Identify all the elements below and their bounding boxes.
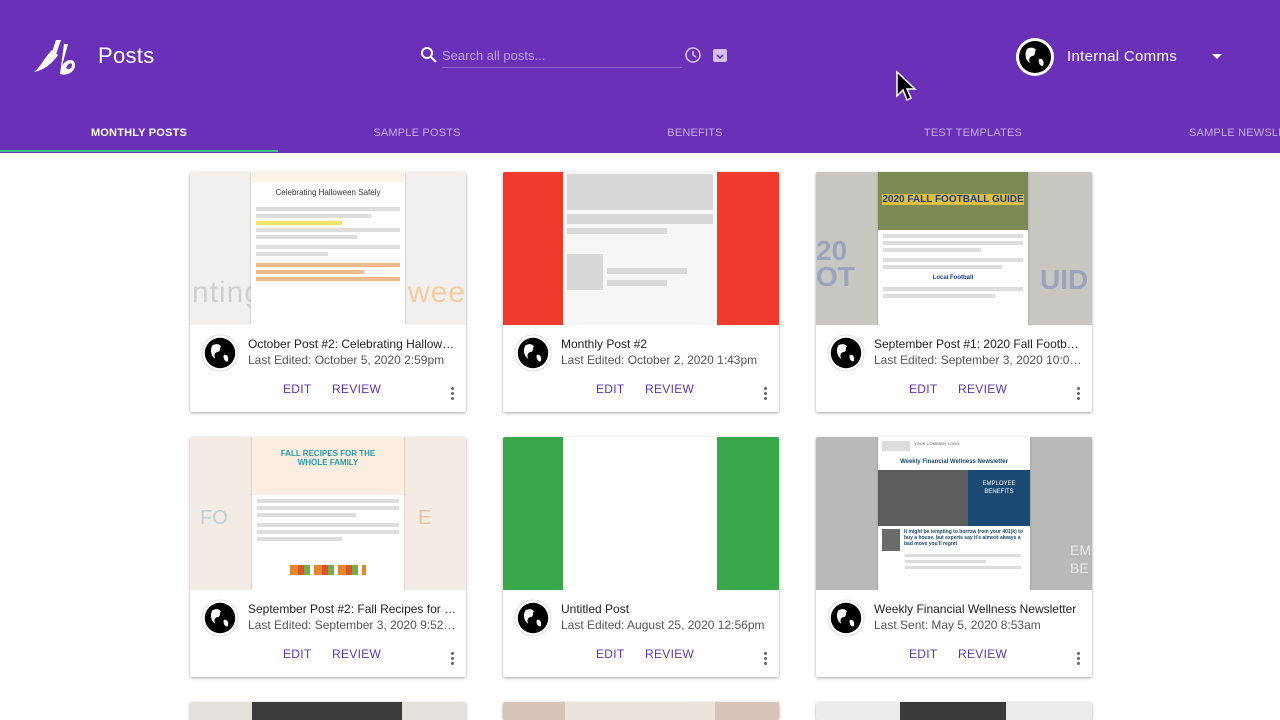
- edit-button[interactable]: EDIT: [596, 382, 625, 396]
- tab-sample-newsletters[interactable]: SAMPLE NEWSLETTERS: [1112, 113, 1280, 153]
- thumb-document: 2020 FALL FOOTBALL GUIDE Local Football: [878, 172, 1028, 325]
- more-vert-icon[interactable]: [1077, 387, 1081, 401]
- thumb-article-text: It might be tempting to borrow from your…: [904, 529, 1023, 547]
- globe-avatar-icon: [514, 599, 552, 637]
- post-title: Weekly Financial Wellness Newsletter: [874, 602, 1077, 616]
- globe-avatar-icon: [201, 334, 239, 372]
- tab-sample-posts[interactable]: SAMPLE POSTS: [278, 113, 556, 153]
- review-button[interactable]: REVIEW: [332, 647, 381, 661]
- account-switcher[interactable]: Internal Comms: [1015, 37, 1230, 77]
- mouse-cursor-icon: [896, 70, 917, 102]
- post-thumbnail[interactable]: 20 OT UID 2020 FALL FOOTBALL GUIDE Local …: [816, 172, 1092, 325]
- dropdown-caret-icon[interactable]: [1212, 54, 1222, 59]
- search-icon[interactable]: [420, 46, 438, 64]
- edit-button[interactable]: EDIT: [596, 647, 625, 661]
- post-title: Monthly Post #2: [561, 337, 648, 351]
- archive-icon[interactable]: [711, 46, 729, 64]
- review-button[interactable]: REVIEW: [332, 382, 381, 396]
- review-button[interactable]: REVIEW: [645, 647, 694, 661]
- tab-test-templates[interactable]: TEST TEMPLATES: [834, 113, 1112, 153]
- post-title: October Post #2: Celebrating Halloween S…: [248, 337, 458, 351]
- post-thumbnail[interactable]: FO E FALL RECIPES FOR THE WHOLE FAMILY: [190, 437, 466, 590]
- edit-button[interactable]: EDIT: [909, 647, 938, 661]
- edit-button[interactable]: EDIT: [283, 382, 312, 396]
- tab-benefits[interactable]: BENEFITS: [556, 113, 834, 153]
- tab-bar: MONTHLY POSTS SAMPLE POSTS BENEFITS TEST…: [0, 113, 1280, 153]
- thumb-watermark-text: ween: [408, 276, 466, 309]
- thumb-document: FALL RECIPES FOR THE WHOLE FAMILY: [252, 437, 404, 590]
- thumb-heading: FALL RECIPES FOR THE WHOLE FAMILY: [280, 449, 376, 467]
- post-card[interactable]: EM BE YOUR COMPANY LOGO Weekly Financial …: [816, 437, 1092, 677]
- account-name: Internal Comms: [1067, 48, 1178, 65]
- leaf-decoration: [290, 565, 366, 575]
- globe-avatar-icon: [201, 599, 239, 637]
- post-card[interactable]: [816, 702, 1092, 720]
- post-last-edited: Last Edited: August 25, 2020 12:56pm: [561, 618, 765, 632]
- post-card[interactable]: nting ween Celebrating Halloween Safely …: [190, 172, 466, 412]
- edit-button[interactable]: EDIT: [283, 647, 312, 661]
- post-last-edited: Last Edited: October 2, 2020 1:43pm: [561, 353, 758, 367]
- globe-avatar-icon: [514, 334, 552, 372]
- post-card[interactable]: [190, 702, 466, 720]
- thumb-heading: Weekly Financial Wellness Newsletter: [900, 459, 1008, 465]
- post-last-edited: Last Edited: September 3, 2020 10:01am: [874, 353, 1084, 367]
- more-vert-icon[interactable]: [764, 652, 768, 666]
- review-button[interactable]: REVIEW: [958, 647, 1007, 661]
- search-input[interactable]: [442, 44, 682, 68]
- more-vert-icon[interactable]: [451, 387, 455, 401]
- more-vert-icon[interactable]: [451, 652, 455, 666]
- post-thumbnail[interactable]: EM BE YOUR COMPANY LOGO Weekly Financial …: [816, 437, 1092, 590]
- thumb-heading: Celebrating Halloween Safely: [275, 188, 381, 197]
- more-vert-icon[interactable]: [764, 387, 768, 401]
- brush-logo-icon: [34, 40, 76, 75]
- edit-button[interactable]: EDIT: [909, 382, 938, 396]
- tab-monthly-posts[interactable]: MONTHLY POSTS: [0, 113, 278, 153]
- post-last-edited: Last Edited: October 5, 2020 2:59pm: [248, 353, 445, 367]
- app-bar: Posts Internal Comms MONTHLY POSTS SAMPL…: [0, 0, 1280, 153]
- post-card[interactable]: 20 OT UID 2020 FALL FOOTBALL GUIDE Local …: [816, 172, 1092, 412]
- thumb-document: Celebrating Halloween Safely: [251, 172, 405, 325]
- active-tab-indicator: [0, 150, 278, 152]
- review-button[interactable]: REVIEW: [645, 382, 694, 396]
- post-title: Untitled Post: [561, 602, 630, 616]
- thumb-document: YOUR COMPANY LOGO Weekly Financial Welln…: [878, 437, 1030, 590]
- post-title: September Post #2: Fall Recipes for the …: [248, 602, 458, 616]
- app-title: Posts: [98, 43, 155, 68]
- post-last-edited: Last Edited: September 3, 2020 9:52am: [248, 618, 458, 632]
- post-card[interactable]: [503, 702, 779, 720]
- thumb-document: [563, 437, 717, 590]
- globe-avatar-icon: [827, 334, 865, 372]
- post-title: September Post #1: 2020 Fall Football Gu…: [874, 337, 1084, 351]
- post-thumbnail[interactable]: nting ween Celebrating Halloween Safely: [190, 172, 466, 325]
- post-thumbnail[interactable]: [503, 172, 779, 325]
- post-last-sent: Last Sent: May 5, 2020 8:53am: [874, 618, 1041, 632]
- globe-avatar-icon: [827, 599, 865, 637]
- more-vert-icon[interactable]: [1077, 652, 1081, 666]
- review-button[interactable]: REVIEW: [958, 382, 1007, 396]
- history-icon[interactable]: [684, 46, 702, 64]
- thumb-document: [563, 172, 717, 325]
- search-bar: [420, 44, 732, 68]
- thumb-logo-text: YOUR COMPANY LOGO: [914, 441, 960, 446]
- post-thumbnail[interactable]: [503, 437, 779, 590]
- post-card[interactable]: Monthly Post #2 Last Edited: October 2, …: [503, 172, 779, 412]
- globe-avatar-icon: [1016, 38, 1054, 76]
- post-card[interactable]: FO E FALL RECIPES FOR THE WHOLE FAMILY S…: [190, 437, 466, 677]
- thumb-subheading: Local Football: [932, 275, 974, 281]
- thumb-heading: 2020 FALL FOOTBALL GUIDE: [882, 194, 1024, 205]
- thumb-banner-text: EMPLOYEE BENEFITS: [982, 481, 1016, 495]
- post-card[interactable]: Untitled Post Last Edited: August 25, 20…: [503, 437, 779, 677]
